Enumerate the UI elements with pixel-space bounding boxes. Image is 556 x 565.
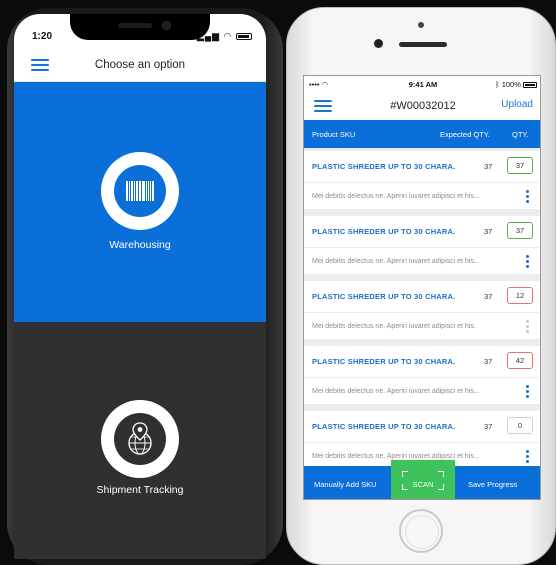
- sku-list: PLASTIC SHREDER UP TO 30 CHARA. 37 37 Mei …: [304, 148, 540, 469]
- front-camera: [162, 21, 171, 30]
- qty-input[interactable]: 12: [507, 287, 533, 304]
- list-item: PLASTIC SHREDER UP TO 30 CHARA. 37 12 Mei …: [304, 281, 540, 341]
- qty-input[interactable]: 0: [507, 417, 533, 434]
- column-header-qty: QTY.: [512, 130, 529, 139]
- device-notch: [70, 14, 210, 40]
- more-options-icon[interactable]: [526, 320, 530, 334]
- save-progress-button[interactable]: Save Progress: [468, 480, 517, 489]
- expected-qty: 37: [484, 162, 493, 171]
- wifi-icon: ◠: [223, 31, 233, 41]
- qty-input[interactable]: 37: [507, 222, 533, 239]
- battery-icon: [236, 33, 252, 41]
- home-button[interactable]: [399, 509, 443, 553]
- option-label: Warehousing: [109, 239, 171, 251]
- nav-bar: #W00032012 Upload: [304, 92, 540, 120]
- battery-icon: [523, 82, 537, 89]
- more-options-icon[interactable]: [526, 450, 530, 464]
- front-camera: [374, 39, 383, 48]
- sku-name: PLASTIC SHREDER UP TO 30 CHARA.: [312, 357, 456, 366]
- status-bar: •••• ◠ 9:41 AM ᛒ 100%: [304, 76, 540, 92]
- option-shipment-tracking[interactable]: Shipment Tracking: [14, 322, 266, 559]
- sku-name: PLASTIC SHREDER UP TO 30 CHARA.: [312, 227, 456, 236]
- more-options-icon[interactable]: [526, 190, 530, 204]
- bluetooth-icon: ᛒ: [495, 80, 500, 89]
- order-count-screen: •••• ◠ 9:41 AM ᛒ 100% #W00032012 Upload …: [303, 75, 541, 500]
- sku-description: Mei debitis delectus ne. Aperiri iuvaret…: [312, 258, 480, 265]
- nav-bar: Choose an option: [14, 48, 266, 82]
- proximity-sensor: [418, 22, 424, 28]
- manually-add-sku-button[interactable]: Manually Add SKU: [314, 480, 377, 489]
- more-options-icon[interactable]: [526, 385, 530, 399]
- status-time: 1:20: [32, 31, 53, 42]
- globe-pin-icon: [128, 422, 152, 455]
- nav-title: Choose an option: [94, 59, 186, 71]
- option-select-screen: 1:20 ▂▄▆ ◠ Choose an option Warehousing …: [14, 14, 266, 559]
- qty-input[interactable]: 42: [507, 352, 533, 369]
- right-phone-frame: •••• ◠ 9:41 AM ᛒ 100% #W00032012 Upload …: [286, 7, 556, 565]
- more-options-icon[interactable]: [526, 255, 530, 269]
- sku-description: Mei debitis delectus ne. Aperiri iuvaret…: [312, 453, 480, 460]
- expected-qty: 37: [484, 422, 493, 431]
- sku-description: Mei debitis delectus ne. Aperiri iuvaret…: [312, 323, 476, 330]
- option-warehousing[interactable]: Warehousing: [14, 82, 266, 322]
- upload-button[interactable]: Upload: [501, 99, 533, 110]
- app-mockup-stage: 1:20 ▂▄▆ ◠ Choose an option Warehousing …: [0, 0, 556, 565]
- list-item: PLASTIC SHREDER UP TO 30 CHARA. 37 37 Mei …: [304, 151, 540, 211]
- list-item: PLASTIC SHREDER UP TO 30 CHARA. 37 37 Mei …: [304, 216, 540, 276]
- shipment-icon-badge: [101, 400, 179, 478]
- expected-qty: 37: [484, 292, 493, 301]
- speaker-grille: [118, 23, 152, 28]
- option-label: Shipment Tracking: [96, 484, 184, 496]
- speaker-grille: [399, 42, 447, 47]
- column-header-expected: Expected QTY.: [440, 130, 490, 139]
- battery-status: ᛒ 100%: [495, 80, 537, 89]
- expected-qty: 37: [484, 357, 493, 366]
- barcode-icon: [126, 181, 154, 201]
- sku-description: Mei debitis delectus ne. Aperiri iuvaret…: [312, 193, 480, 200]
- table-header: Product SKU Expected QTY. QTY.: [304, 120, 540, 148]
- sku-name: PLASTIC SHREDER UP TO 30 CHARA.: [312, 292, 456, 301]
- warehousing-icon-badge: [101, 152, 179, 230]
- bottom-action-bar: Manually Add SKU SCAN Save Progress: [304, 460, 540, 499]
- sku-name: PLASTIC SHREDER UP TO 30 CHARA.: [312, 422, 456, 431]
- expected-qty: 37: [484, 227, 493, 236]
- qty-input[interactable]: 37: [507, 157, 533, 174]
- scan-button[interactable]: SCAN: [391, 460, 455, 499]
- scan-label: SCAN: [412, 480, 434, 489]
- sku-name: PLASTIC SHREDER UP TO 30 CHARA.: [312, 162, 456, 171]
- list-item: PLASTIC SHREDER UP TO 30 CHARA. 37 42 Mei …: [304, 346, 540, 406]
- sku-description: Mei debitis delectus ne. Aperiri iuvaret…: [312, 388, 480, 395]
- column-header-sku: Product SKU: [312, 130, 356, 139]
